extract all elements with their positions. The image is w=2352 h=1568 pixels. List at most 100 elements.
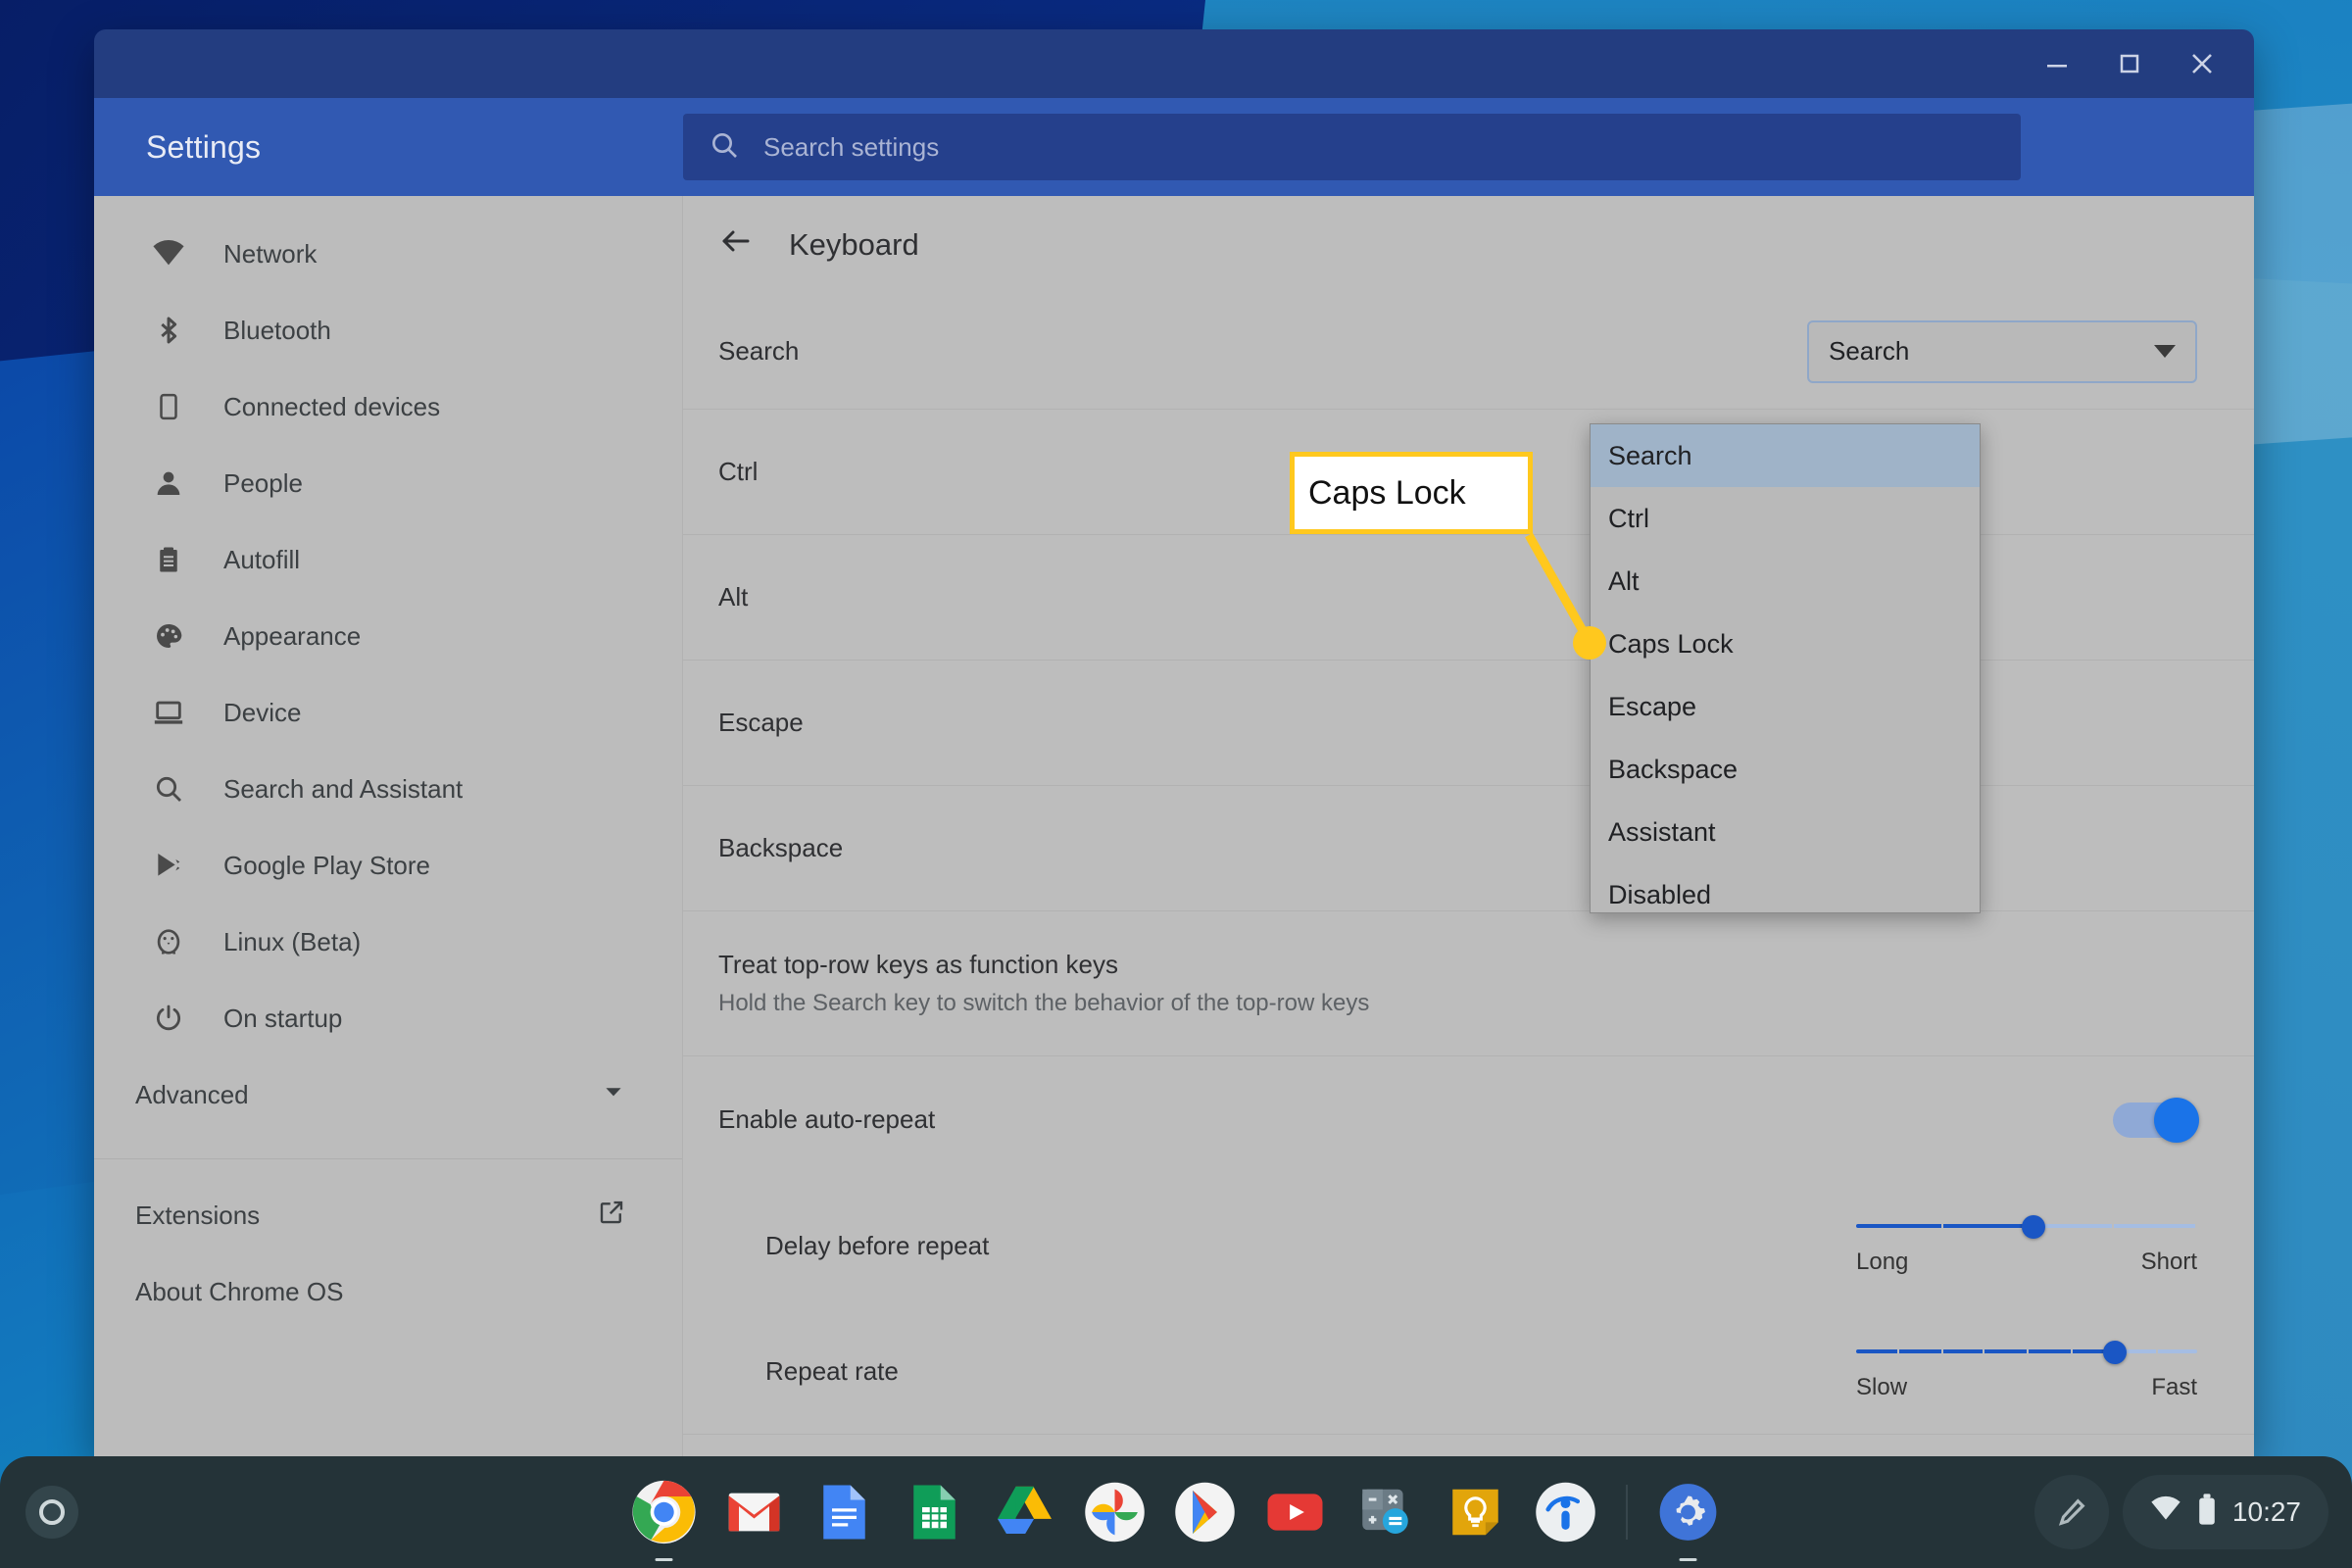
- wifi-icon: [150, 235, 187, 272]
- sidebar-item-autofill[interactable]: Autofill: [94, 521, 682, 598]
- row-label-search: Search: [718, 336, 800, 366]
- search-placeholder: Search settings: [763, 131, 940, 162]
- delay-min-label: Long: [1856, 1249, 1909, 1275]
- dropdown-option-search[interactable]: Search: [1591, 424, 1980, 487]
- sidebar-item-label: Autofill: [223, 544, 301, 574]
- row-label-ctrl: Ctrl: [718, 457, 759, 486]
- delay-before-repeat-label: Delay before repeat: [765, 1230, 990, 1260]
- function-keys-label: Treat top-row keys as function keys: [718, 950, 1118, 979]
- minimize-button[interactable]: [2021, 31, 2093, 96]
- shelf-apps: [629, 1477, 1724, 1561]
- explore-app-icon[interactable]: [1531, 1477, 1601, 1547]
- shelf-separator: [1626, 1485, 1628, 1540]
- dropdown-option-escape[interactable]: Escape: [1591, 675, 1980, 738]
- sidebar-item-google-play-store[interactable]: Google Play Store: [94, 827, 682, 904]
- sidebar-item-on-startup[interactable]: On startup: [94, 980, 682, 1056]
- sidebar-item-about-chrome-os[interactable]: About Chrome OS: [94, 1253, 682, 1330]
- back-arrow-icon[interactable]: [718, 223, 754, 267]
- sidebar-item-label: People: [223, 467, 303, 498]
- auto-repeat-row: Enable auto-repeat: [683, 1055, 2254, 1183]
- play-store-icon: [150, 847, 187, 884]
- view-keyboard-shortcuts-row[interactable]: View keyboard shortcuts: [683, 1434, 2254, 1456]
- photos-app-icon[interactable]: [1080, 1477, 1151, 1547]
- row-label-backspace: Backspace: [718, 833, 844, 862]
- slider-thumb[interactable]: [2021, 1215, 2045, 1239]
- sidebar-item-connected-devices[interactable]: Connected devices: [94, 368, 682, 445]
- dropdown-option-ctrl[interactable]: Ctrl: [1591, 487, 1980, 550]
- palette-icon: [150, 617, 187, 655]
- penguin-icon: [150, 923, 187, 960]
- row-label-alt: Alt: [718, 582, 749, 612]
- repeat-rate-slider[interactable]: [1856, 1341, 2197, 1364]
- settings-app-icon[interactable]: [1653, 1477, 1724, 1561]
- repeat-rate-label: Repeat rate: [765, 1355, 899, 1386]
- calculator-app-icon[interactable]: [1350, 1477, 1421, 1547]
- chrome-app-icon[interactable]: [629, 1477, 700, 1561]
- docs-app-icon[interactable]: [809, 1477, 880, 1547]
- sheets-app-icon[interactable]: [900, 1477, 970, 1547]
- power-icon: [150, 1000, 187, 1037]
- clipboard-icon: [150, 541, 187, 578]
- sidebar-item-extensions[interactable]: Extensions: [94, 1177, 682, 1253]
- stylus-icon[interactable]: [2034, 1475, 2109, 1549]
- sidebar-item-label: On startup: [223, 1003, 343, 1033]
- dropdown-option-disabled[interactable]: Disabled: [1591, 863, 1980, 926]
- sidebar-extensions-label: Extensions: [135, 1200, 261, 1230]
- sidebar-item-label: Bluetooth: [223, 315, 331, 345]
- sidebar-item-linux-beta[interactable]: Linux (Beta): [94, 904, 682, 980]
- delay-slider[interactable]: [1856, 1215, 2197, 1239]
- settings-top-bar: Settings Search settings: [94, 98, 2254, 196]
- auto-repeat-toggle[interactable]: [2113, 1097, 2199, 1143]
- callout-label-box: Caps Lock: [1290, 452, 1533, 534]
- dropdown-option-alt[interactable]: Alt: [1591, 550, 1980, 612]
- main-panel: Keyboard Search Search Ctrl Alt Escape B…: [683, 196, 2254, 1456]
- sidebar-item-label: Search and Assistant: [223, 773, 464, 804]
- play-store-app-icon[interactable]: [1170, 1477, 1241, 1547]
- launcher-button[interactable]: [25, 1486, 78, 1539]
- maximize-button[interactable]: [2093, 31, 2166, 96]
- sidebar-item-label: Connected devices: [223, 391, 441, 421]
- repeat-rate-row: Repeat rate Slow Fast: [683, 1308, 2254, 1434]
- slider-fill: [1856, 1224, 2034, 1228]
- gmail-app-icon[interactable]: [719, 1477, 790, 1547]
- sidebar-item-bluetooth[interactable]: Bluetooth: [94, 292, 682, 368]
- sidebar-item-network[interactable]: Network: [94, 216, 682, 292]
- sidebar: Network Bluetooth Connected devices Peop…: [94, 196, 683, 1456]
- search-input[interactable]: Search settings: [683, 114, 2021, 180]
- search-key-dropdown-menu[interactable]: Search Ctrl Alt Caps Lock Escape Backspa…: [1590, 423, 1981, 913]
- battery-icon: [2195, 1493, 2219, 1533]
- sidebar-about-label: About Chrome OS: [135, 1276, 344, 1306]
- dropdown-option-caps-lock[interactable]: Caps Lock: [1591, 612, 1980, 675]
- sidebar-item-label: Device: [223, 697, 302, 727]
- wifi-icon: [2150, 1494, 2181, 1532]
- function-keys-row[interactable]: Treat top-row keys as function keys Hold…: [683, 910, 2254, 1055]
- dropdown-option-backspace[interactable]: Backspace: [1591, 738, 1980, 801]
- sidebar-item-label: Linux (Beta): [223, 926, 362, 956]
- keep-app-icon[interactable]: [1441, 1477, 1511, 1547]
- chevron-down-icon: [2154, 345, 2176, 358]
- delay-before-repeat-row: Delay before repeat Long Short: [683, 1183, 2254, 1308]
- sidebar-advanced-label: Advanced: [135, 1079, 249, 1109]
- callout-text: Caps Lock: [1308, 473, 1466, 512]
- sidebar-item-search-and-assistant[interactable]: Search and Assistant: [94, 751, 682, 827]
- search-key-select[interactable]: Search: [1807, 319, 2197, 383]
- sidebar-item-appearance[interactable]: Appearance: [94, 598, 682, 674]
- slider-thumb[interactable]: [2103, 1341, 2128, 1364]
- repeat-slider-wrap: Slow Fast: [1856, 1341, 2197, 1401]
- sidebar-item-device[interactable]: Device: [94, 674, 682, 751]
- youtube-app-icon[interactable]: [1260, 1477, 1331, 1547]
- status-area-button[interactable]: 10:27: [2122, 1475, 2328, 1549]
- table-row: Escape: [683, 660, 2254, 785]
- auto-repeat-label: Enable auto-repeat: [718, 1104, 936, 1134]
- dropdown-option-assistant[interactable]: Assistant: [1591, 801, 1980, 863]
- launcher-icon: [39, 1499, 65, 1525]
- sidebar-item-people[interactable]: People: [94, 445, 682, 521]
- delay-slider-wrap: Long Short: [1856, 1215, 2197, 1276]
- close-button[interactable]: [2166, 31, 2238, 96]
- table-row: Alt: [683, 534, 2254, 660]
- person-icon: [150, 465, 187, 502]
- sidebar-item-advanced[interactable]: Advanced: [94, 1056, 682, 1133]
- repeat-min-label: Slow: [1856, 1374, 1908, 1400]
- clock-time: 10:27: [2231, 1496, 2301, 1527]
- drive-app-icon[interactable]: [990, 1477, 1060, 1547]
